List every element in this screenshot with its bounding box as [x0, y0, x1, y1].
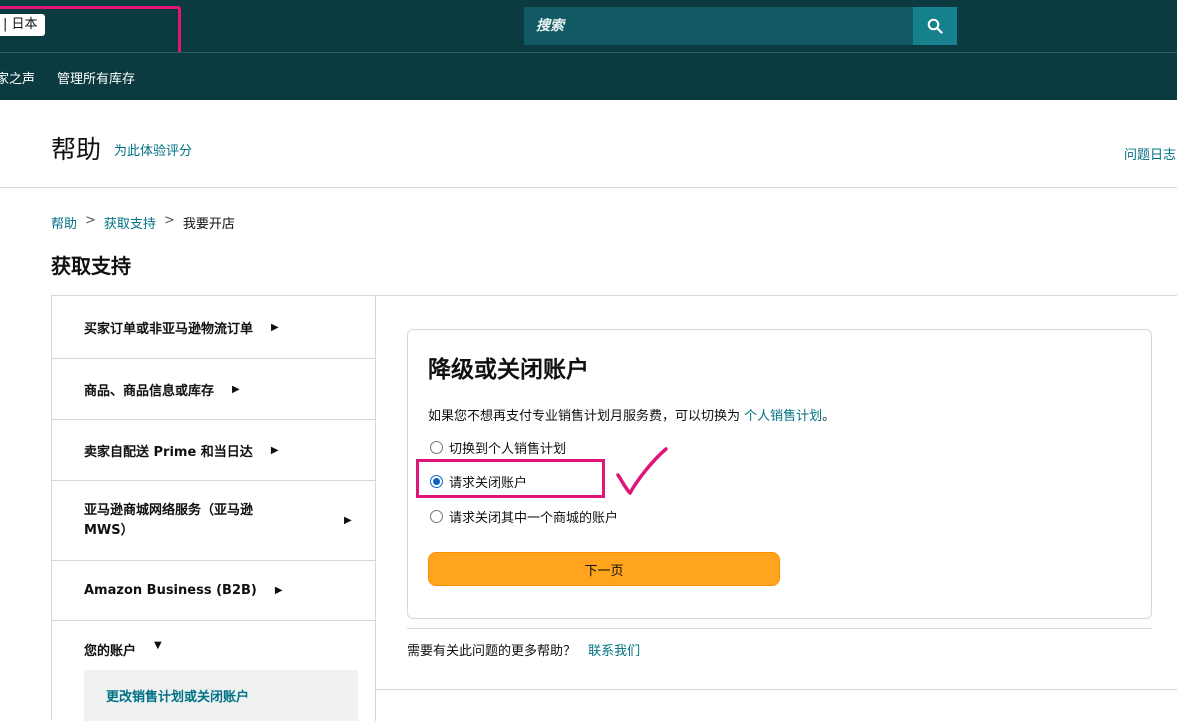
option-close-account[interactable]: 请求关闭账户 [430, 472, 527, 491]
triangle-right-icon: ▶ [232, 383, 240, 395]
sidebar-subitem-change-plan[interactable]: 更改销售计划或关闭账户 [84, 670, 358, 721]
sidebar-item-label: 买家订单或非亚马逊物流订单 [84, 321, 254, 337]
option-label: 切换到个人销售计划 [449, 442, 567, 457]
rate-experience-link[interactable]: 为此体验评分 [114, 140, 192, 159]
divider [407, 628, 1152, 629]
triangle-right-icon: ▶ [344, 515, 352, 526]
nav-item-manage-inventory[interactable]: 管理所有库存 [57, 68, 135, 87]
option-close-marketplace-account[interactable]: 请求关闭其中一个商城的账户 [430, 507, 618, 526]
divider [375, 689, 1177, 690]
sidebar-item-seller-prime[interactable]: 卖家自配送 Prime 和当日达 ▶ [52, 420, 375, 481]
option-switch-individual[interactable]: 切换到个人销售计划 [430, 438, 566, 457]
breadcrumb-open-store: 我要开店 [182, 217, 235, 232]
more-help-text: 需要有关此问题的更多帮助？ [407, 644, 577, 659]
more-help: 需要有关此问题的更多帮助？ 联系我们 [407, 640, 640, 659]
search-input[interactable] [524, 7, 913, 45]
page-title: 获取支持 [51, 254, 131, 278]
issue-log-link[interactable]: 问题日志 [1124, 144, 1176, 163]
breadcrumb-separator: > [85, 213, 96, 228]
radio-button[interactable] [430, 441, 443, 454]
triangle-right-icon: ▶ [271, 321, 279, 333]
nav-bar: 家之声 管理所有库存 [0, 52, 1177, 100]
search-icon [927, 18, 943, 34]
description-end: 。 [822, 409, 836, 424]
radio-button[interactable] [430, 510, 443, 523]
search-button[interactable] [913, 7, 957, 45]
sidebar-item-label: 您的账户 [84, 644, 137, 659]
sidebar-item-buyer-orders[interactable]: 买家订单或非亚马逊物流订单 ▶ [52, 296, 375, 359]
help-title: 帮助 [51, 135, 102, 164]
triangle-right-icon: ▶ [274, 585, 283, 596]
sidebar-item-mws[interactable]: 亚马逊商城网络服务（亚马逊MWS） ▶ [52, 481, 375, 561]
individual-plan-link[interactable]: 个人销售计划 [744, 409, 822, 424]
option-label: 请求关闭账户 [449, 476, 528, 491]
sidebar-item-label: 商品、商品信息或库存 [84, 383, 215, 399]
sidebar-item-your-account[interactable]: 您的账户 ▼ [52, 621, 375, 670]
triangle-right-icon: ▶ [270, 444, 279, 456]
breadcrumb: 帮助 > 获取支持 > 我要开店 [51, 213, 235, 232]
triangle-down-icon: ▼ [154, 640, 162, 651]
help-header: 帮助 为此体验评分 问题日志 [0, 100, 1177, 188]
radio-button-selected[interactable] [430, 475, 443, 488]
marketplace-selector[interactable]: | 日本 [0, 14, 45, 36]
description-text: 如果您不想再支付专业销售计划月服务费，可以切换为 [428, 409, 741, 424]
next-page-button[interactable]: 下一页 [428, 552, 780, 586]
card-title: 降级或关闭账户 [428, 357, 589, 383]
card-description: 如果您不想再支付专业销售计划月服务费，可以切换为 个人销售计划。 [428, 405, 835, 424]
sidebar-item-label: Amazon Business (B2B) [84, 583, 257, 598]
breadcrumb-separator: > [163, 213, 175, 228]
search-bar [524, 7, 957, 45]
breadcrumb-get-support[interactable]: 获取支持 [104, 213, 156, 232]
sidebar: 买家订单或非亚马逊物流订单 ▶ 商品、商品信息或库存 ▶ 卖家自配送 Prime… [52, 296, 376, 721]
nav-item-seller-voice[interactable]: 家之声 [0, 68, 35, 87]
top-bar: | 日本 [0, 0, 1177, 52]
contact-us-link[interactable]: 联系我们 [588, 644, 640, 659]
sidebar-item-label: 卖家自配送 Prime 和当日达 [84, 444, 253, 460]
sidebar-item-products[interactable]: 商品、商品信息或库存 ▶ [52, 359, 375, 420]
sidebar-item-amazon-business[interactable]: Amazon Business (B2B) ▶ [52, 561, 375, 621]
downgrade-close-card: 降级或关闭账户 如果您不想再支付专业销售计划月服务费，可以切换为 个人销售计划。… [407, 329, 1152, 619]
option-label: 请求关闭其中一个商城的账户 [449, 511, 619, 526]
breadcrumb-help[interactable]: 帮助 [51, 213, 77, 232]
sidebar-item-label: 亚马逊商城网络服务（亚马逊MWS） [84, 502, 254, 538]
